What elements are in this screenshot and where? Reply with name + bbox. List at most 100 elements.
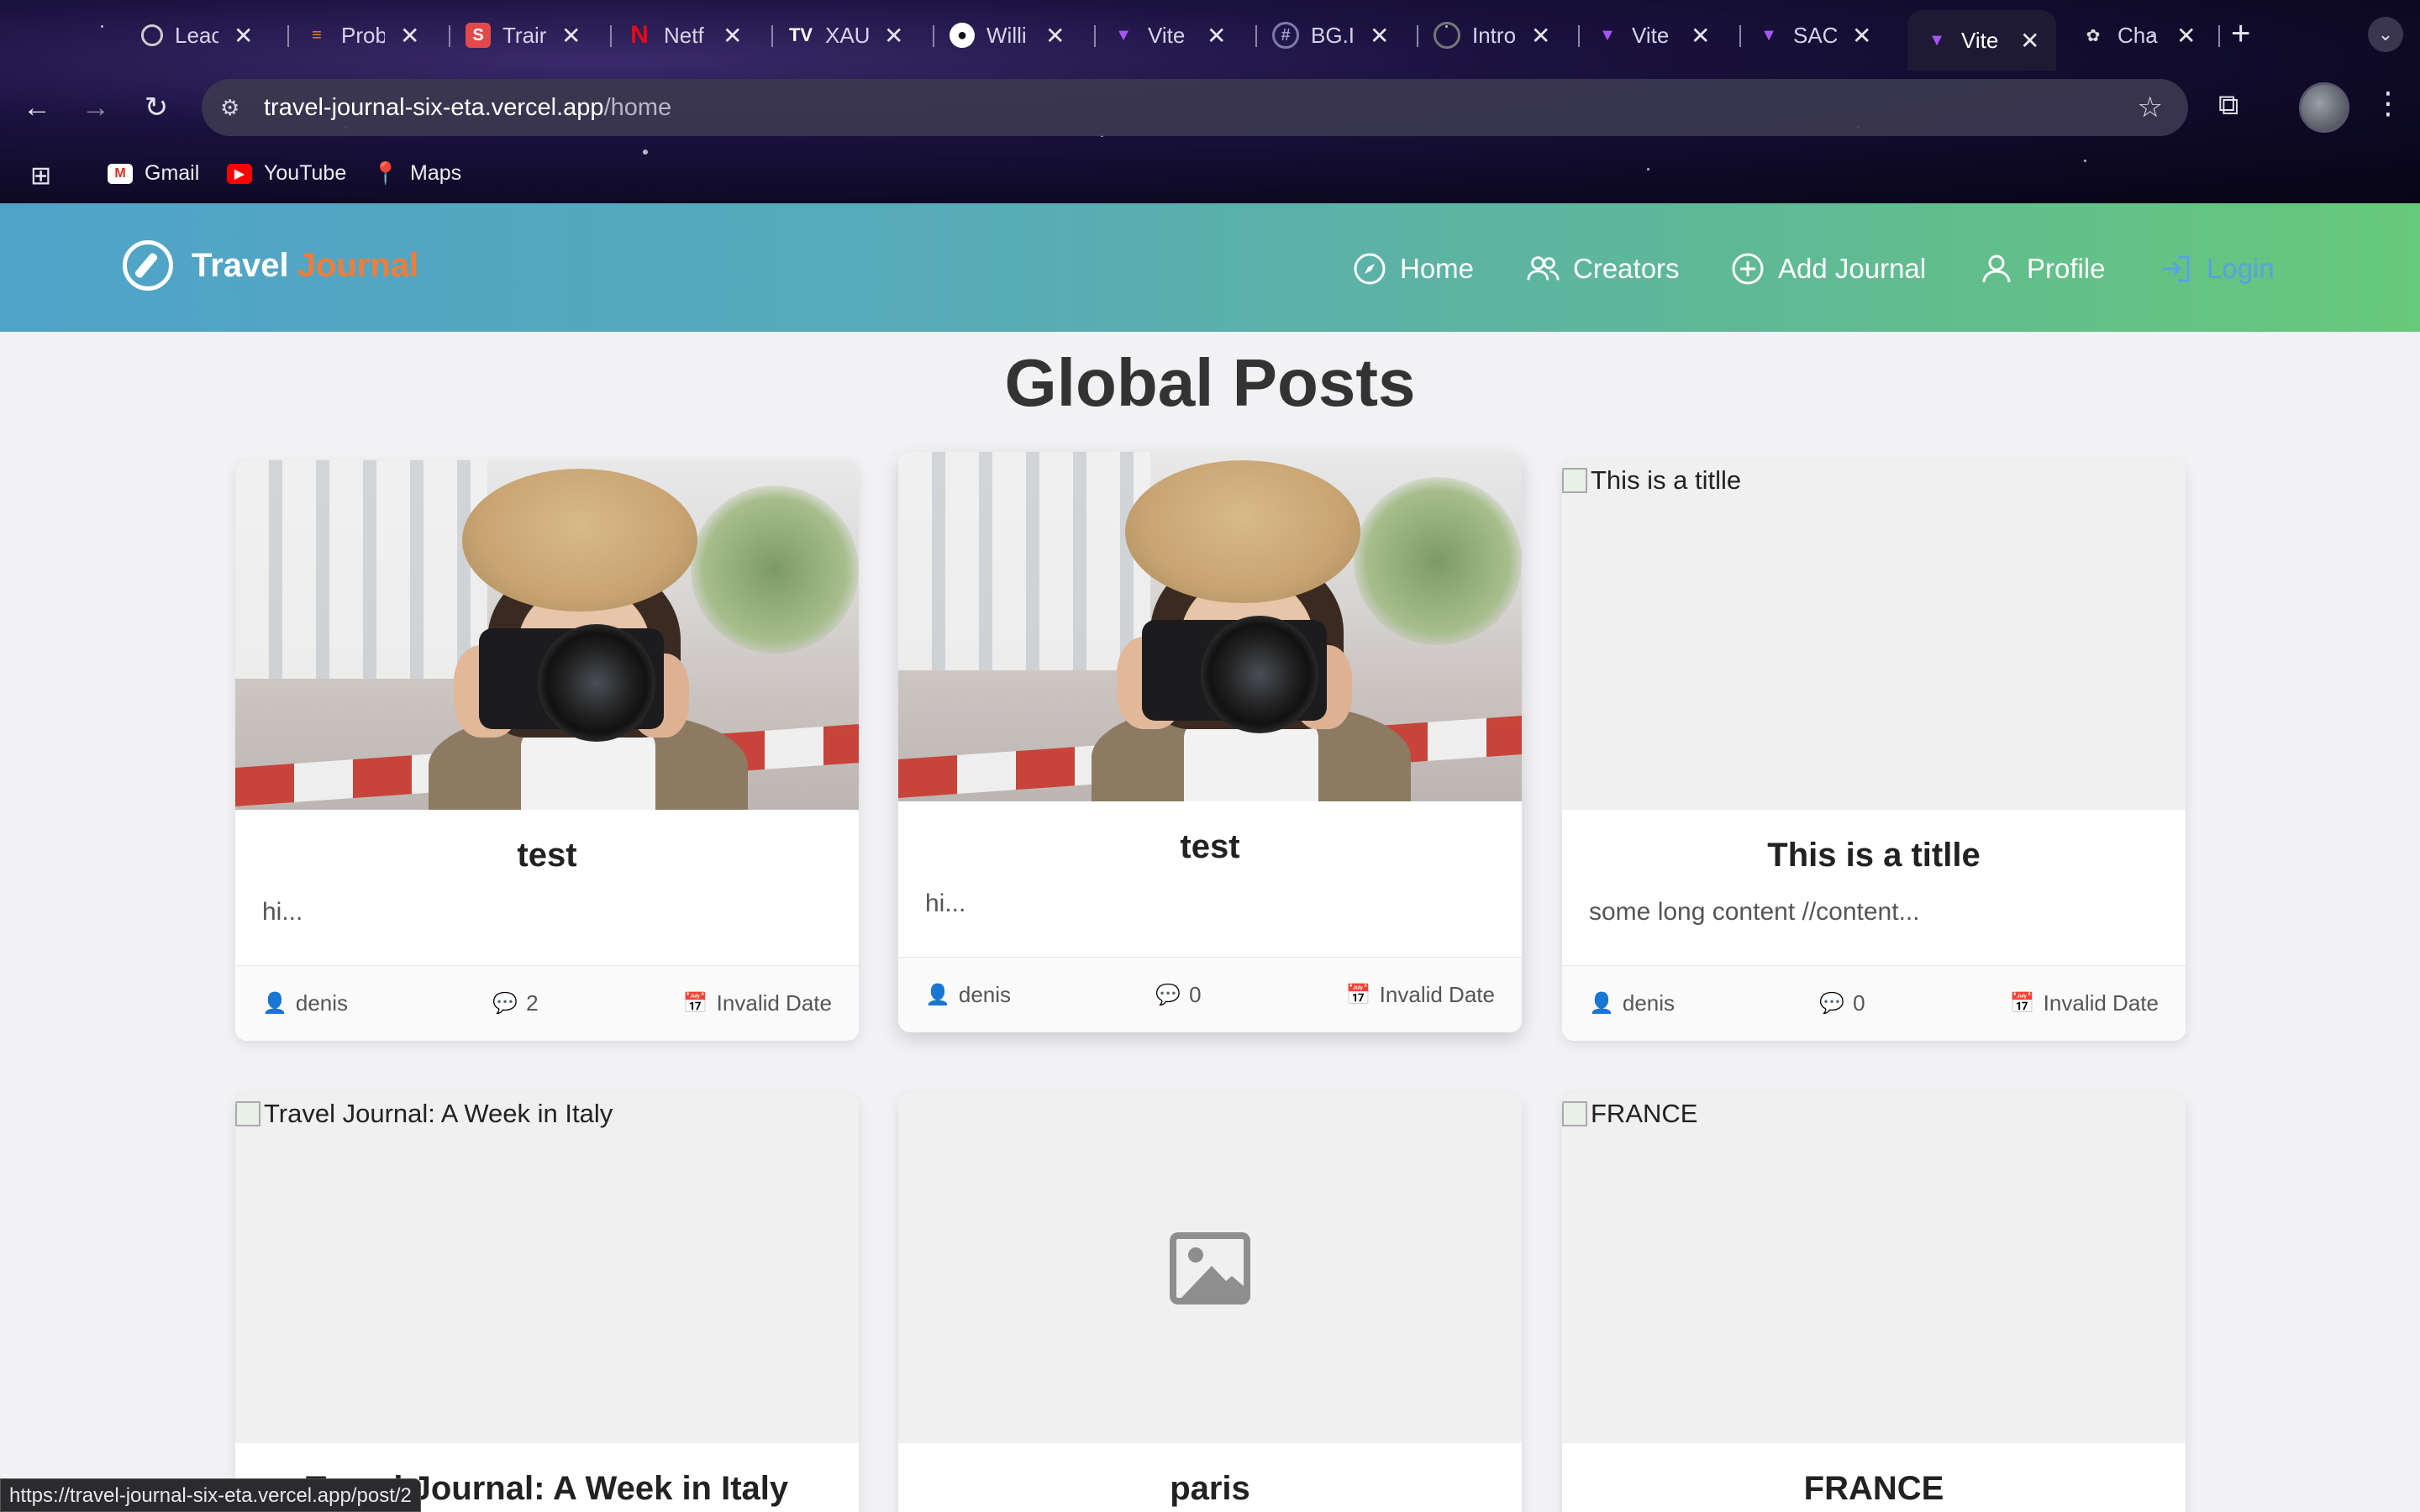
image-placeholder-icon [1170,1232,1250,1305]
post-comments: 💬 0 [1155,982,1201,1008]
tab-title: Vite [1632,22,1670,48]
extensions-icon[interactable]: ⧉ [2218,89,2238,122]
tab-vite-1[interactable]: ▼ Vite ✕ [1111,12,1226,59]
comment-count: 2 [526,990,539,1016]
post-title: paris [1170,1470,1250,1507]
link-status-bar: https://travel-journal-six-eta.vercel.ap… [0,1478,421,1512]
nav-creators-label: Creators [1573,253,1680,284]
trainer-icon: S [466,23,491,48]
tab-intro[interactable]: Intro ✕ [1434,12,1550,59]
bookmark-youtube[interactable]: ▶ YouTube [227,161,346,186]
date-text: Invalid Date [2043,990,2159,1016]
post-card[interactable]: test hi... 👤 denis 💬 0 📅 Invalid Date [898,452,1522,1032]
login-icon [2160,252,2193,286]
tab-netflix[interactable]: N Netf ✕ [627,12,742,59]
close-icon[interactable]: ✕ [2176,22,2196,50]
tradingview-icon: TV [788,24,813,45]
post-title: FRANCE [1803,1470,1944,1507]
post-author: 👤 denis [1589,990,1675,1016]
close-icon[interactable]: ✕ [1852,22,1871,50]
tab-vite-active[interactable]: ▼ Vite ✕ [1907,10,2057,71]
tab-problems[interactable]: ≡ Prob ✕ [304,12,419,59]
post-comments: 💬 0 [1819,990,1865,1016]
tab-title: SAC [1793,22,1837,48]
comment-count: 0 [1853,990,1865,1016]
broken-image-alt: FRANCE [1562,1099,1697,1129]
tab-github[interactable]: ● Willi ✕ [950,12,1065,59]
kebab-menu-icon[interactable]: ⋮ [2373,86,2403,121]
youtube-icon: ▶ [227,163,252,184]
nav-profile[interactable]: Profile [1980,244,2106,294]
tab-tradingview[interactable]: TV XAU ✕ [788,12,904,59]
site-settings-icon[interactable]: ⚙ [220,95,254,121]
tab-vite-2[interactable]: ▼ Vite ✕ [1595,12,1710,59]
post-author: 👤 denis [925,982,1011,1008]
bookmarks-bar: ⊞ M Gmail ▶ YouTube 📍 Maps [0,151,2420,198]
address-bar[interactable]: ⚙ travel-journal-six-eta.vercel.app/home… [202,79,2188,136]
nav-creators[interactable]: Creators [1526,244,1680,294]
tab-sac[interactable]: ▼ SAC ✕ [1756,12,1871,59]
nav-login[interactable]: Login [2160,244,2275,294]
close-icon[interactable]: ✕ [1370,22,1389,50]
compass-icon [1353,252,1386,286]
tab-trainer[interactable]: S Trair ✕ [466,12,581,59]
bookmark-star-icon[interactable]: ☆ [2138,91,2163,124]
nav-profile-label: Profile [2027,253,2106,284]
close-icon[interactable]: ✕ [1691,22,1710,50]
tab-leetcode[interactable]: Leac ✕ [141,12,253,59]
netflix-icon: N [630,21,649,49]
bookmark-gmail[interactable]: M Gmail [108,161,199,186]
tab-title: Leac [175,22,218,48]
photographer-photo [898,452,1522,801]
back-arrow-icon[interactable]: ← [18,89,55,126]
chevron-down-icon[interactable]: ⌄ [2368,17,2403,52]
tab-strip: Leac ✕ ≡ Prob ✕ S Trair ✕ N Netf ✕ TV XA… [0,0,2420,71]
photographer-photo [235,460,859,810]
alt-text: This is a titlle [1591,465,1742,495]
brand-logo-link[interactable]: Travel Journal [123,240,418,291]
leetcode-icon [141,24,163,46]
vite-icon: ▼ [1760,25,1777,45]
calendar-icon: 📅 [1345,984,1371,1006]
tab-title: BG.I [1311,22,1355,48]
close-icon[interactable]: ✕ [1531,22,1550,50]
tab-chatgpt[interactable]: ✿ Cha ✕ [2081,12,2196,59]
post-card[interactable]: paris [898,1094,1522,1512]
gmail-icon: M [108,163,133,184]
close-icon[interactable]: ✕ [561,22,581,50]
bookmark-label: YouTube [264,161,347,185]
user-icon: 👤 [1589,992,1614,1015]
bookmark-maps[interactable]: 📍 Maps [372,160,461,186]
nav-home[interactable]: Home [1353,244,1474,294]
forward-arrow-icon[interactable]: → [77,89,114,126]
page-title: Global Posts [1004,345,1416,420]
tab-title: Intro [1472,22,1516,48]
close-icon[interactable]: ✕ [234,22,253,50]
close-icon[interactable]: ✕ [400,22,419,50]
bookmark-label: Gmail [145,161,200,185]
close-icon[interactable]: ✕ [2020,27,2039,55]
nav-add-journal[interactable]: Add Journal [1731,244,1926,294]
new-tab-icon[interactable]: + [2231,15,2250,53]
apps-grid-icon[interactable]: ⊞ [30,161,51,191]
close-icon[interactable]: ✕ [884,22,903,50]
post-date: 📅 Invalid Date [2010,990,2159,1016]
post-card[interactable]: test hi... 👤 denis 💬 2 📅 Invalid Date [235,460,859,1041]
post-excerpt: hi... [925,890,966,917]
post-card[interactable]: Travel Journal: A Week in Italy Travel J… [235,1094,859,1512]
close-icon[interactable]: ✕ [1207,22,1226,50]
post-card[interactable]: This is a titlle This is a titlle some l… [1562,460,2186,1041]
url-text[interactable]: travel-journal-six-eta.vercel.app/home [264,94,671,122]
tab-bg[interactable]: # BG.I ✕ [1272,12,1389,59]
profile-avatar[interactable] [2299,82,2349,133]
toolbar: ← → ↻ ⚙ travel-journal-six-eta.vercel.ap… [0,74,2420,141]
post-card[interactable]: FRANCE FRANCE [1562,1094,2186,1512]
vite-icon: ▼ [1928,30,1945,50]
calendar-icon: 📅 [682,992,708,1015]
reload-icon[interactable]: ↻ [138,89,175,126]
comment-icon: 💬 [492,992,518,1015]
post-image [898,452,1522,801]
close-icon[interactable]: ✕ [1045,22,1065,50]
post-title: test [1180,828,1240,865]
close-icon[interactable]: ✕ [723,22,742,50]
